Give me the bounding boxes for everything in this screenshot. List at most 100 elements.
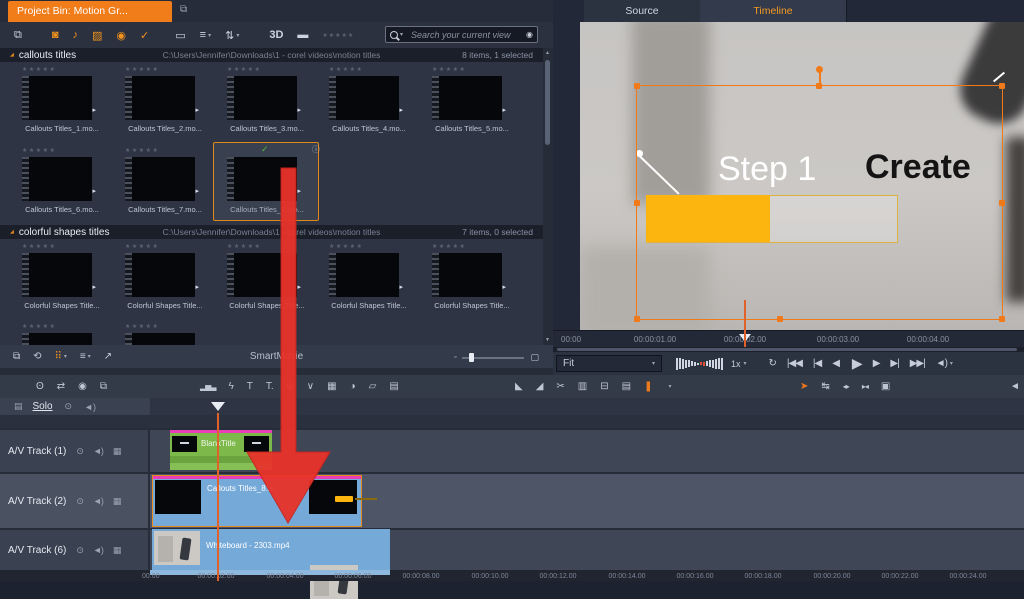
track-list-icon[interactable]: ▤ (14, 401, 23, 412)
pin-icon[interactable]: ⧉ (180, 4, 187, 15)
video-thumbnail[interactable]: ▸ (22, 76, 92, 120)
film-icon[interactable]: ▤ (389, 381, 398, 392)
zoom-out-icon[interactable]: ◂▸ (843, 382, 849, 391)
voiceover-icon[interactable]: ψ (287, 381, 294, 392)
video-thumbnail[interactable]: ▸ (227, 253, 297, 297)
track-header-6[interactable]: A/V Track (6) ⊙ ◄) ▦ (0, 530, 150, 570)
tab-timeline[interactable]: Timeline (700, 0, 847, 22)
speed-caret-icon[interactable]: ▾ (744, 360, 747, 367)
preview-ruler[interactable]: 00:00 00:00:01.00 00:00:02.00 00:00:03.0… (553, 330, 1024, 348)
list-view-caret-icon[interactable]: ▾ (88, 353, 91, 360)
video-filter-icon[interactable]: ◙ (52, 29, 59, 41)
rating-stars-icon[interactable]: ★★★★★ (432, 243, 524, 250)
scroll-down-icon[interactable]: ▼ (545, 337, 550, 343)
resize-handle[interactable] (999, 83, 1005, 89)
fit-dropdown[interactable]: Fit ▾ (556, 355, 662, 372)
media-item[interactable]: ★★★★★ ▸ Callouts Titles_2.mo... (117, 62, 217, 133)
sort-caret-icon[interactable]: ▾ (236, 32, 239, 39)
rating-stars-icon[interactable]: ★★★★★ (22, 323, 114, 330)
search-input[interactable] (409, 29, 526, 41)
media-item[interactable]: ★★★★★ ▸ Callouts Titles_4.mo... (321, 62, 421, 133)
media-item[interactable]: ★★★★★ ▸ Colorful Shapes Title... (117, 239, 217, 310)
resize-handle[interactable] (634, 316, 640, 322)
rating-stars-icon[interactable]: ★★★★★ (432, 66, 524, 73)
zoom-slider-thumb[interactable] (469, 353, 474, 362)
info-icon[interactable]: ⓘ (312, 144, 320, 155)
collapse-icon[interactable]: ◢ (10, 52, 14, 58)
media-item[interactable]: ★★★★★ ▸ Callouts Titles_3.mo... (219, 62, 319, 133)
step-forward-button[interactable]: ▶ (873, 358, 880, 369)
video-thumbnail[interactable]: ▸ (432, 253, 502, 297)
video-thumbnail[interactable]: ▸ (125, 253, 195, 297)
clip-callouts-titles-8[interactable]: Callouts Titles_8.m... (152, 475, 362, 527)
bin-folders-icon[interactable]: ⧉ (14, 29, 22, 42)
track-options-icon[interactable]: ▦ (113, 545, 121, 556)
fit-timeline-icon[interactable]: ↹ (821, 381, 829, 392)
video-thumbnail[interactable] (125, 333, 195, 345)
marker-caret-icon[interactable]: ▾ (668, 383, 671, 390)
sync-icon[interactable]: ⟲ (33, 351, 41, 362)
play-button[interactable]: ▶ (852, 355, 862, 372)
trim-in-icon[interactable]: ◣ (515, 381, 523, 392)
rating-stars-icon[interactable]: ★★★★★ (125, 66, 217, 73)
media-item[interactable]: ★★★★★ (117, 319, 217, 345)
video-thumbnail[interactable]: ▸ (125, 76, 195, 120)
marker-icon[interactable]: ❚ (644, 381, 652, 392)
media-item[interactable]: ★★★★★ ▸ Colorful Shapes Title... (14, 239, 114, 310)
video-thumbnail[interactable]: ▸ (329, 253, 399, 297)
clip-whiteboard[interactable]: Whiteboard - 2303.mp4 (152, 529, 390, 570)
media-item-selected[interactable]: ✓ ⓘ ▸ Callouts Titles_8.mo... (219, 143, 319, 214)
video-thumbnail[interactable] (22, 333, 92, 345)
thumbnail-view-caret-icon[interactable]: ▾ (64, 353, 67, 360)
next-edit-button[interactable]: ▶| (890, 358, 898, 369)
project-bin-tab[interactable]: Project Bin: Motion Gr... (8, 1, 172, 22)
shuttle-control[interactable] (676, 357, 723, 371)
media-item[interactable]: ★★★★★ ▸ Callouts Titles_5.mo... (424, 62, 524, 133)
rating-filter-icon[interactable]: ★★★★★ (322, 32, 354, 39)
duplicate-icon[interactable]: ⧉ (100, 381, 107, 392)
resize-handle[interactable] (777, 316, 783, 322)
video-thumbnail[interactable]: ▸ (227, 76, 297, 120)
media-item[interactable]: ★★★★★ ▸ Colorful Shapes Title... (424, 239, 524, 310)
frame-icon[interactable]: ▣ (881, 381, 890, 392)
thumbnail-zoom-slider[interactable]: ▫ ▢ (454, 352, 539, 363)
prev-edit-button[interactable]: |◀ (813, 358, 821, 369)
title-icon[interactable]: T (247, 381, 253, 392)
video-thumbnail[interactable]: ▸ (22, 253, 92, 297)
rating-stars-icon[interactable]: ★★★★★ (22, 147, 114, 154)
film2-icon[interactable]: ▤ (622, 381, 631, 392)
keyframe-icon[interactable]: ∨ (307, 381, 314, 392)
search-clear-icon[interactable]: ◉ (526, 30, 533, 39)
eye-icon[interactable]: ⊙ (76, 545, 83, 556)
trash-icon[interactable]: ⊟ (600, 381, 608, 392)
jump-start-button[interactable]: |◀◀ (787, 358, 802, 369)
section-header-colorful[interactable]: ◢ colorful shapes titles C:\Users\Jennif… (0, 225, 543, 239)
clip-blanktitle[interactable]: BlankTitle (170, 430, 272, 456)
clip-audio-strip[interactable] (170, 456, 272, 463)
media-item[interactable]: ★★★★★ ▸ Callouts Titles_1.mo... (14, 62, 114, 133)
filmstrip-icon[interactable]: ▥ (578, 381, 587, 392)
track-header-2[interactable]: A/V Track (2) ⊙ ◄) ▦ (0, 474, 150, 528)
link-icon[interactable]: ʘ (36, 381, 44, 392)
eye-icon[interactable]: ⊙ (65, 401, 73, 412)
list-view-icon[interactable]: ≡ (80, 351, 86, 362)
rating-stars-icon[interactable]: ★★★★★ (22, 243, 114, 250)
video-thumbnail[interactable]: ▸ (432, 76, 502, 120)
eye-icon[interactable]: ⊙ (76, 446, 83, 457)
thumbnail-view-icon[interactable]: ⠿ (55, 351, 62, 362)
speaker-icon[interactable]: ◄) (84, 402, 96, 412)
library-scrollbar[interactable]: ▲ ▼ (543, 48, 553, 345)
step-back-button[interactable]: ◀ (832, 358, 839, 369)
scroll-up-icon[interactable]: ▲ (545, 50, 550, 56)
playback-speed[interactable]: 1x (731, 359, 741, 369)
track-row-1[interactable]: A/V Track (1) ⊙ ◄) ▦ (0, 428, 1024, 472)
resize-handle[interactable] (999, 316, 1005, 322)
copy-icon[interactable]: ⧉ (13, 351, 20, 362)
rating-stars-icon[interactable]: ★★★★★ (329, 243, 421, 250)
resize-handle[interactable] (634, 200, 640, 206)
media-item[interactable]: ★★★★★ (14, 319, 114, 345)
volume-caret-icon[interactable]: ▾ (950, 360, 953, 367)
smartmovie-button[interactable]: SmartMovie (250, 351, 303, 362)
media-item[interactable]: ★★★★★ ▸ Colorful Shapes Title... (219, 239, 319, 310)
video-thumbnail[interactable]: ▸ (227, 157, 297, 201)
